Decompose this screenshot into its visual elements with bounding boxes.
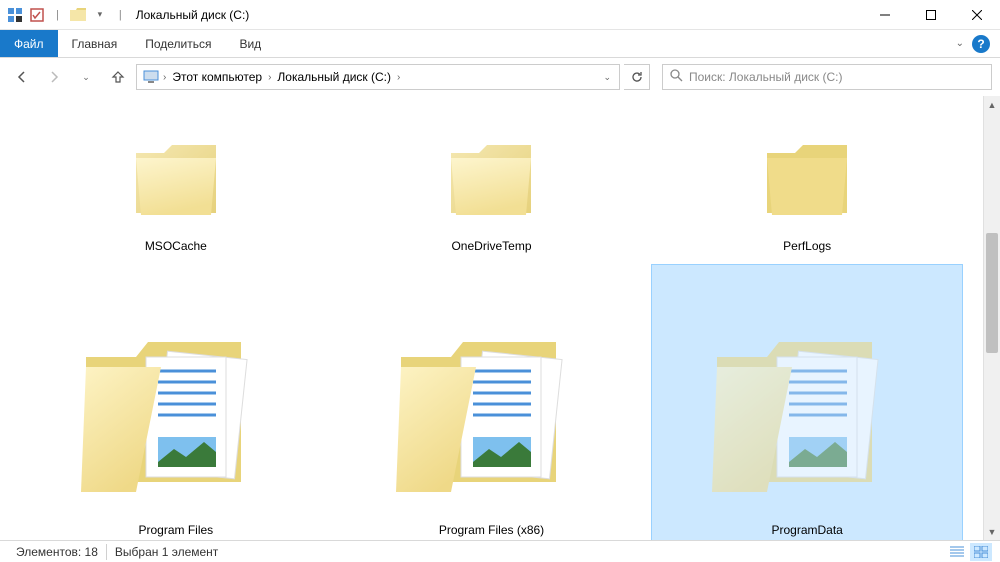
- scrollbar-track[interactable]: [984, 113, 1000, 523]
- title-separator: |: [113, 9, 128, 21]
- folder-label: Program Files: [138, 523, 213, 537]
- item-count: Элементов: 18: [8, 544, 107, 560]
- properties-icon[interactable]: [28, 6, 46, 24]
- folder-icon: [697, 307, 917, 517]
- folder-label: ProgramData: [771, 523, 842, 537]
- qat-separator: |: [50, 9, 65, 21]
- tab-share[interactable]: Поделиться: [131, 30, 225, 57]
- breadcrumb-segment[interactable]: Этот компьютер: [166, 65, 268, 89]
- details-view-button[interactable]: [946, 543, 968, 561]
- refresh-button[interactable]: [624, 64, 650, 90]
- minimize-button[interactable]: [862, 0, 908, 30]
- search-box[interactable]: [662, 64, 992, 90]
- content-area: MSOCache OneDriveTemp PerfLogs Program F…: [0, 96, 1000, 540]
- folder-label: Program Files (x86): [439, 523, 544, 537]
- up-button[interactable]: [104, 63, 132, 91]
- computer-icon: [141, 67, 161, 87]
- close-button[interactable]: [954, 0, 1000, 30]
- folder-icon: [431, 123, 551, 233]
- address-dropdown-icon[interactable]: ⌄: [597, 72, 617, 83]
- folder-label: MSOCache: [145, 239, 207, 253]
- address-bar[interactable]: › Этот компьютер › Локальный диск (C:) ›…: [136, 64, 620, 90]
- navigation-bar: ⌄ › Этот компьютер › Локальный диск (C:)…: [0, 58, 1000, 96]
- ribbon-tabs: Файл Главная Поделиться Вид ⌄ ?: [0, 30, 1000, 58]
- folder-grid[interactable]: MSOCache OneDriveTemp PerfLogs Program F…: [0, 96, 983, 540]
- folder-label: OneDriveTemp: [451, 239, 531, 253]
- ribbon-expand-icon[interactable]: ⌄: [956, 38, 964, 49]
- forward-button[interactable]: [40, 63, 68, 91]
- tab-view[interactable]: Вид: [225, 30, 275, 57]
- scroll-down-icon[interactable]: ▼: [984, 523, 1000, 540]
- quick-access-toolbar: | ▾ | Локальный диск (C:): [0, 6, 249, 24]
- scroll-up-icon[interactable]: ▲: [984, 96, 1000, 113]
- maximize-button[interactable]: [908, 0, 954, 30]
- title-bar: | ▾ | Локальный диск (C:): [0, 0, 1000, 30]
- folder-item[interactable]: PerfLogs: [651, 100, 963, 260]
- selection-status: Выбран 1 элемент: [107, 544, 226, 560]
- chevron-right-icon[interactable]: ›: [397, 72, 400, 83]
- window-title: Локальный диск (C:): [136, 8, 250, 22]
- tab-home[interactable]: Главная: [58, 30, 132, 57]
- breadcrumb-segment[interactable]: Локальный диск (C:): [271, 65, 397, 89]
- folder-item[interactable]: Program Files (x86): [336, 264, 648, 540]
- file-tab[interactable]: Файл: [0, 30, 58, 57]
- search-input[interactable]: [689, 70, 985, 84]
- folder-icon: [116, 123, 236, 233]
- large-icons-view-button[interactable]: [970, 543, 992, 561]
- folder-icon: [66, 307, 286, 517]
- recent-dropdown-icon[interactable]: ⌄: [72, 63, 100, 91]
- folder-item[interactable]: Program Files: [20, 264, 332, 540]
- search-icon: [669, 68, 683, 87]
- window-controls: [862, 0, 1000, 30]
- vertical-scrollbar[interactable]: ▲ ▼: [983, 96, 1000, 540]
- help-icon[interactable]: ?: [972, 35, 990, 53]
- qat-dropdown-icon[interactable]: ▾: [91, 6, 109, 24]
- folder-icon: [69, 6, 87, 24]
- scrollbar-thumb[interactable]: [986, 233, 998, 353]
- folder-icon: [381, 307, 601, 517]
- folder-icon: [747, 123, 867, 233]
- back-button[interactable]: [8, 63, 36, 91]
- folder-item[interactable]: ProgramData: [651, 264, 963, 540]
- folder-label: PerfLogs: [783, 239, 831, 253]
- status-bar: Элементов: 18 Выбран 1 элемент: [0, 540, 1000, 562]
- folder-item[interactable]: MSOCache: [20, 100, 332, 260]
- app-icon[interactable]: [6, 6, 24, 24]
- folder-item[interactable]: OneDriveTemp: [336, 100, 648, 260]
